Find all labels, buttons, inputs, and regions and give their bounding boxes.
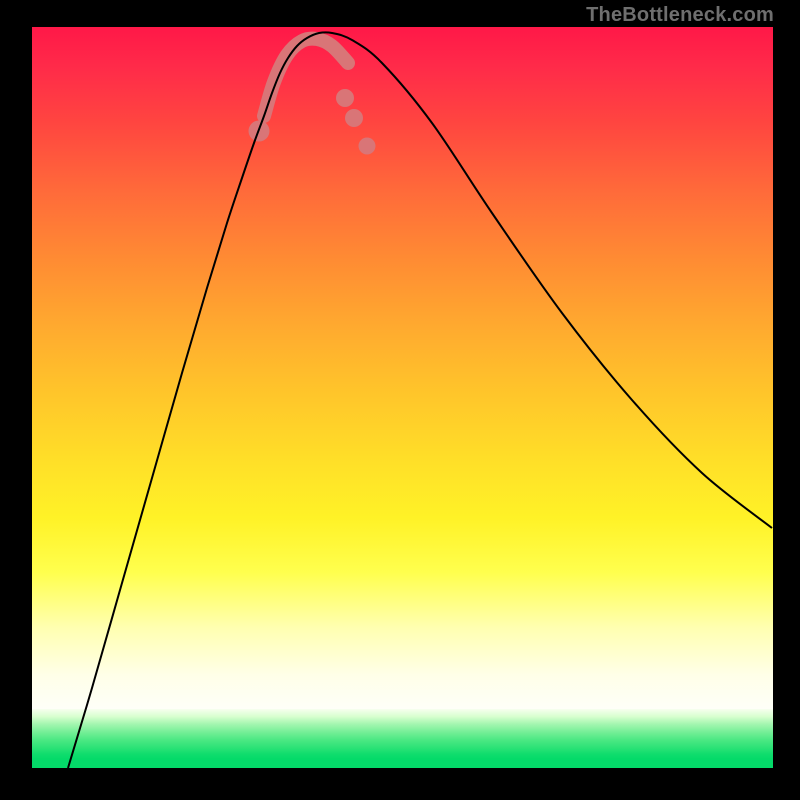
optimal-marker-line [264, 39, 348, 116]
tick-right-2 [345, 109, 363, 127]
watermark-text: TheBottleneck.com [586, 4, 774, 27]
tick-right-3 [359, 138, 376, 155]
chart-svg [32, 27, 773, 768]
tick-right-1 [336, 89, 354, 107]
plot-area [32, 27, 773, 768]
chart-frame: TheBottleneck.com [0, 0, 800, 800]
bottleneck-curve-line [68, 32, 772, 768]
